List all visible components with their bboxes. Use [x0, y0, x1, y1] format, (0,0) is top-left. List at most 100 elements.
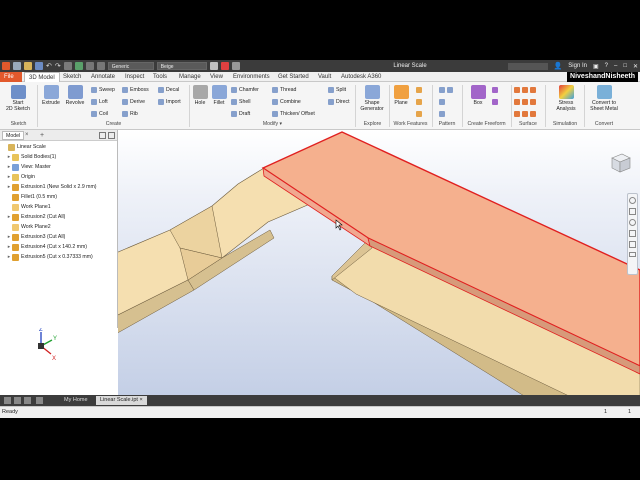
freeform-tool-2[interactable] — [492, 98, 498, 105]
fx-icon[interactable] — [231, 62, 240, 70]
coil-button[interactable]: Coil — [91, 110, 108, 117]
browser-tree-item[interactable]: Work Plane2 — [0, 222, 117, 232]
zoom-icon[interactable] — [629, 219, 636, 226]
arrange-view-icon[interactable] — [24, 397, 31, 404]
graphics-viewport[interactable]: Z Y X — [38, 130, 640, 418]
browser-tree-item[interactable]: ▸ Extrusion4 (Cut x 140.2 mm) — [0, 242, 117, 252]
point-button[interactable] — [416, 98, 422, 105]
search-field[interactable] — [507, 62, 548, 70]
redo-icon[interactable]: ↷ — [55, 62, 61, 70]
surface-tools-row-1[interactable] — [514, 86, 536, 93]
browser-tree-item[interactable]: ▸ Extrusion5 (Cut x 0.37333 mm) — [0, 252, 117, 262]
clear-override-icon[interactable] — [209, 62, 218, 70]
tab-manage[interactable]: Manage — [175, 72, 205, 82]
adjust-icon[interactable] — [220, 62, 229, 70]
properties-icon[interactable] — [96, 62, 105, 70]
user-icon[interactable]: 👤 — [554, 62, 563, 70]
sketch-pattern-button[interactable] — [439, 110, 445, 117]
sweep-button[interactable]: Sweep — [91, 86, 115, 93]
browser-tree-item[interactable]: ▸ Extrusion1 (New Solid x 2.9 mm) — [0, 182, 117, 192]
rectangular-pattern-button[interactable] — [439, 86, 453, 93]
rib-button[interactable]: Rib — [122, 110, 138, 117]
loft-button[interactable]: Loft — [91, 98, 108, 105]
tab-file[interactable]: File — [0, 72, 22, 82]
browser-tree-item[interactable]: ▸ Origin — [0, 172, 117, 182]
cascade-view-icon[interactable] — [14, 397, 21, 404]
axis-button[interactable] — [416, 86, 422, 93]
chamfer-button[interactable]: Chamfer — [231, 86, 259, 93]
shape-generator-button[interactable]: Shape Generator — [357, 85, 387, 112]
hole-button[interactable]: Hole — [192, 85, 208, 106]
search-icon[interactable] — [99, 132, 106, 139]
tab-3d-model[interactable]: 3D Model — [24, 72, 60, 82]
maximize-icon[interactable]: □ — [623, 63, 627, 69]
surface-tools-row-2[interactable] — [514, 98, 536, 105]
tab-my-home[interactable]: My Home — [60, 396, 92, 405]
panel-label-modify[interactable]: Modify ▾ — [190, 120, 355, 129]
select-icon[interactable] — [63, 62, 72, 70]
model-canvas[interactable] — [40, 130, 640, 418]
material-dropdown[interactable]: Generic — [107, 62, 154, 70]
split-button[interactable]: Split — [328, 86, 346, 93]
start-sketch-button[interactable]: Start 2D Sketch — [3, 85, 33, 112]
app-menu-icon[interactable] — [2, 62, 10, 70]
close-icon[interactable]: ✕ — [633, 63, 638, 70]
close-document-icon[interactable]: × — [139, 397, 142, 403]
browser-tab-model[interactable]: Model — [2, 131, 25, 140]
look-at-icon[interactable] — [629, 241, 636, 248]
shell-button[interactable]: Shell — [231, 98, 251, 105]
browser-tree-item[interactable]: ▸ Extrusion3 (Cut All) — [0, 232, 117, 242]
browser-tree-item[interactable]: ▸ Solid Bodies(1) — [0, 152, 117, 162]
cart-icon[interactable]: ▣ — [593, 63, 599, 70]
sign-in-link[interactable]: Sign In — [568, 63, 587, 69]
emboss-button[interactable]: Emboss — [122, 86, 149, 93]
freeform-tool-1[interactable] — [492, 86, 498, 93]
convert-sheet-metal-button[interactable]: Convert to Sheet Metal — [586, 85, 622, 112]
nav-menu-icon[interactable] — [629, 252, 636, 257]
direct-button[interactable]: Direct — [328, 98, 350, 105]
browser-tree-item[interactable]: Work Plane1 — [0, 202, 117, 212]
document-list-icon[interactable] — [36, 397, 43, 404]
tab-autodesk-a360[interactable]: Autodesk A360 — [337, 72, 385, 82]
orbit-icon[interactable] — [629, 230, 636, 237]
circular-pattern-button[interactable] — [439, 98, 445, 105]
panel-label-create[interactable]: Create — [38, 120, 189, 129]
help-icon[interactable]: ? — [605, 63, 608, 69]
tile-view-icon[interactable] — [4, 397, 11, 404]
tab-view[interactable]: View — [206, 72, 227, 82]
minimize-icon[interactable]: – — [614, 63, 617, 69]
steering-wheel-icon[interactable] — [629, 197, 636, 204]
open-folder-icon[interactable] — [24, 62, 32, 70]
tab-environments[interactable]: Environments — [229, 72, 274, 82]
fillet-button[interactable]: Fillet — [210, 85, 228, 106]
browser-tree-item[interactable]: Linear Scale — [0, 142, 117, 152]
tab-inspect[interactable]: Inspect — [121, 72, 148, 82]
ucs-button[interactable] — [416, 110, 422, 117]
view-cube[interactable] — [608, 152, 632, 174]
new-file-icon[interactable] — [13, 62, 21, 70]
appearance-dropdown[interactable]: Beige — [156, 62, 207, 70]
save-icon[interactable] — [35, 62, 43, 70]
derive-button[interactable]: Derive — [122, 98, 145, 105]
combine-button[interactable]: Combine — [272, 98, 301, 105]
menu-icon[interactable] — [108, 132, 115, 139]
tab-vault[interactable]: Vault — [314, 72, 335, 82]
import-button[interactable]: Import — [158, 98, 181, 105]
draft-button[interactable]: Draft — [231, 110, 250, 117]
undo-icon[interactable]: ↶ — [46, 62, 52, 70]
tab-annotate[interactable]: Annotate — [87, 72, 119, 82]
thicken-offset-button[interactable]: Thicken/ Offset — [272, 110, 315, 117]
pan-icon[interactable] — [629, 208, 636, 215]
tab-sketch[interactable]: Sketch — [59, 72, 85, 82]
thread-button[interactable]: Thread — [272, 86, 296, 93]
close-tab-icon[interactable]: × — [25, 130, 29, 141]
browser-tree-item[interactable]: ▸ View: Master — [0, 162, 117, 172]
box-button[interactable]: Box — [468, 85, 488, 106]
revolve-button[interactable]: Revolve — [63, 85, 87, 106]
browser-tree-item[interactable]: Fillet1 (0.5 mm) — [0, 192, 117, 202]
tab-tools[interactable]: Tools — [149, 72, 171, 82]
surface-tools-row-3[interactable] — [514, 110, 536, 117]
plane-button[interactable]: Plane — [391, 85, 411, 106]
tab-get-started[interactable]: Get Started — [274, 72, 313, 82]
measure-icon[interactable] — [85, 62, 94, 70]
